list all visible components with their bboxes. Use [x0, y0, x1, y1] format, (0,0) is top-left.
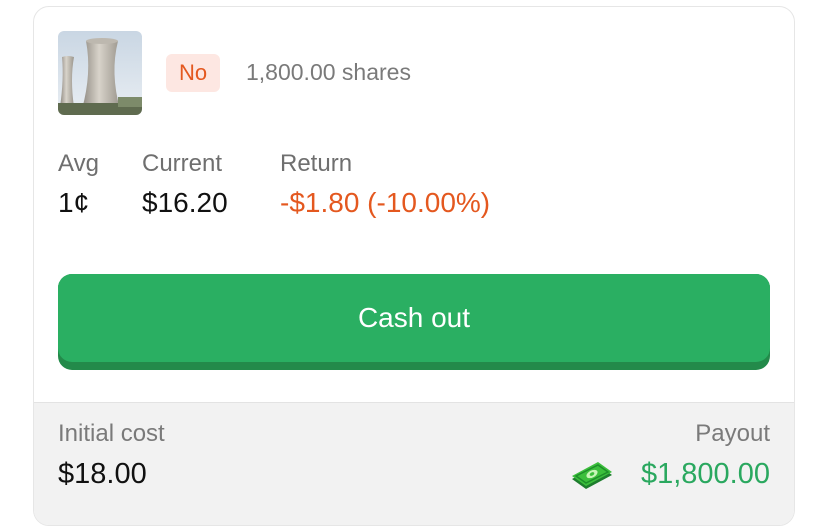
cash-out-label: Cash out: [58, 274, 770, 362]
payout-value: $1,800.00: [640, 458, 770, 490]
cooling-towers-image: [58, 31, 142, 115]
money-icon: [572, 462, 612, 489]
current-value: $16.20: [142, 187, 228, 218]
cash-out-button[interactable]: Cash out: [58, 274, 770, 370]
position-card: No 1,800.00 shares Avg 1¢ Current $16.20…: [33, 6, 795, 526]
current-label: Current: [142, 150, 223, 177]
outcome-badge: No: [166, 54, 220, 92]
payout-label: Payout: [695, 420, 770, 447]
avg-value: 1¢: [58, 187, 90, 218]
return-label: Return: [280, 150, 353, 177]
shares-count: 1,800.00 shares: [246, 59, 411, 85]
summary-footer: Initial cost $18.00 Payout $1,800.00: [34, 402, 794, 525]
return-value: -$1.80 (-10.00%): [280, 187, 491, 218]
avg-label: Avg: [58, 150, 99, 177]
initial-cost-value: $18.00: [58, 458, 147, 490]
initial-cost-label: Initial cost: [58, 420, 165, 447]
market-thumbnail[interactable]: [58, 31, 142, 115]
